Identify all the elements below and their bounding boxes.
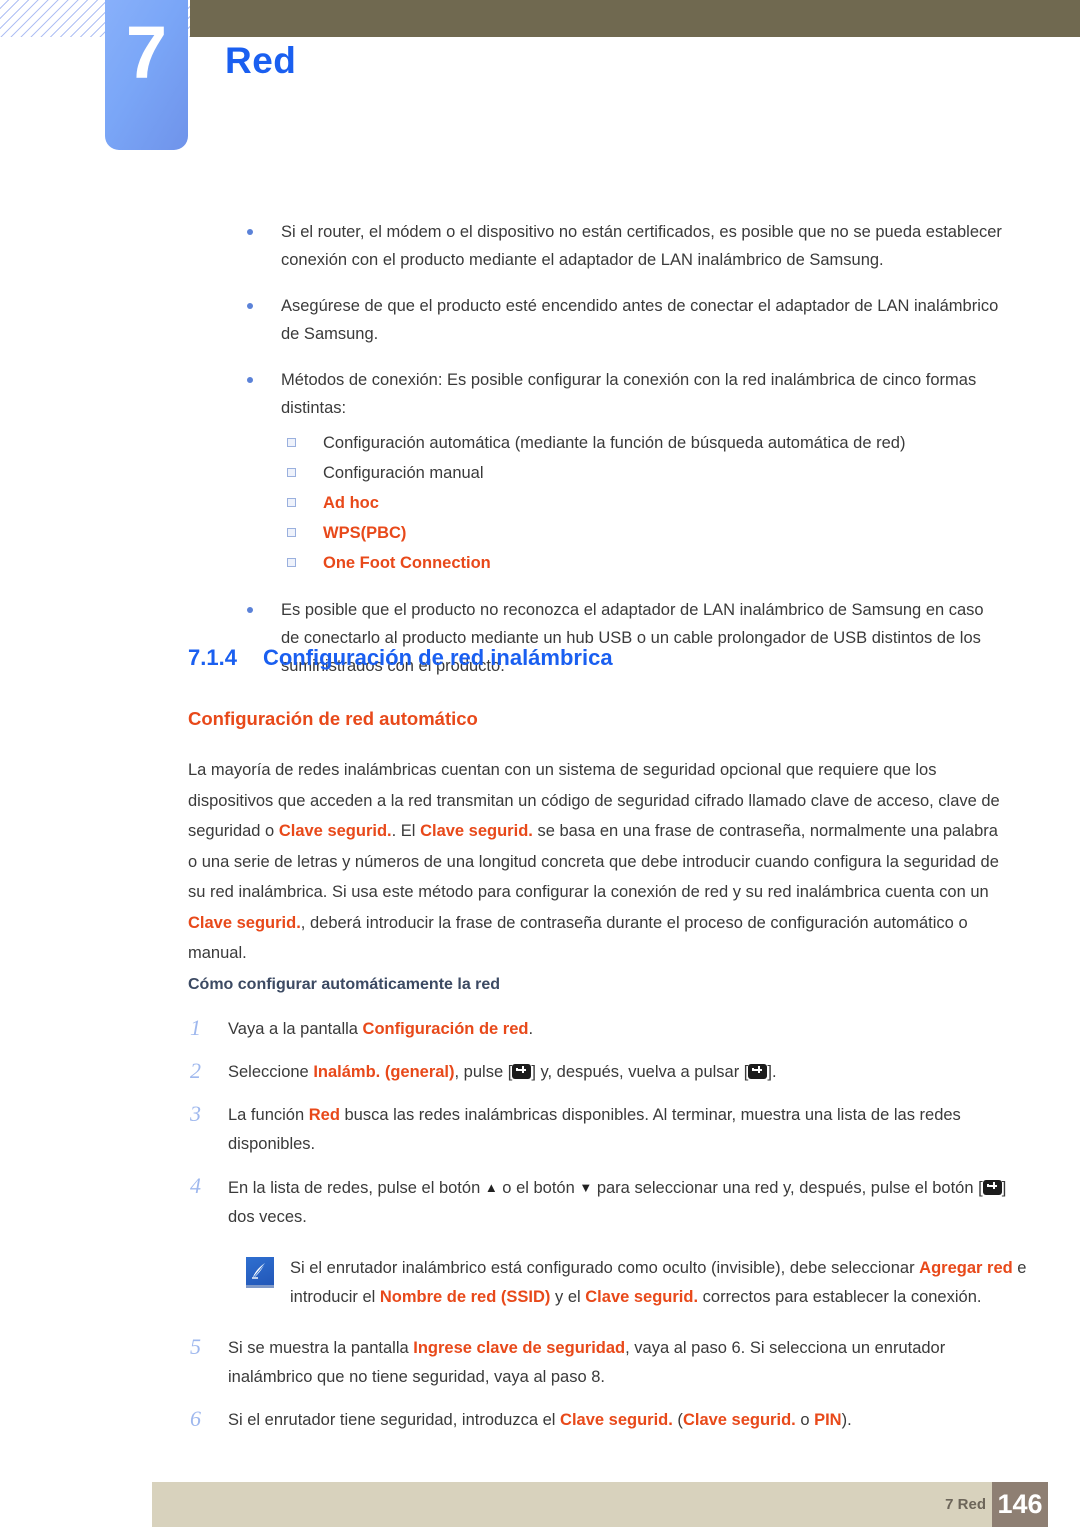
enter-key-icon (982, 1180, 1002, 1195)
sub-bullet-list: Configuración automática (mediante la fu… (281, 432, 1003, 574)
term-clave-segurid-2: Clave segurid. (420, 822, 533, 840)
step-text: Vaya a la pantalla Configuración de red. (228, 1020, 534, 1038)
chapter-number: 7 (125, 11, 168, 94)
ui-term: Ingrese clave de seguridad (413, 1339, 626, 1357)
sub-bullet-item-wpspbc: WPS(PBC) (281, 522, 1003, 544)
notes-bullet-list: Si el router, el módem o el dispositivo … (243, 218, 1003, 698)
step-number: 5 (190, 1334, 201, 1359)
page-header: 7 Red (0, 0, 1080, 170)
ui-term: Inalámb. (general) (313, 1063, 455, 1081)
step-item-2: 2 Seleccione Inalámb. (general), pulse [… (188, 1058, 1008, 1087)
step-text: En la lista de redes, pulse el botón ▲ o… (228, 1179, 1006, 1226)
bullet-item: Asegúrese de que el producto esté encend… (243, 292, 1003, 348)
footer-chapter-label: 7 Red (945, 1496, 986, 1513)
bullet-item: Si el router, el módem o el dispositivo … (243, 218, 1003, 274)
term-clave-segurid-1: Clave segurid. (278, 822, 392, 840)
sub-bullet-text: Configuración manual (323, 464, 484, 482)
step-text: Si se muestra la pantalla Ingrese clave … (228, 1339, 946, 1386)
ui-term: Nombre de red (SSID) (379, 1288, 551, 1306)
sub-bullet-item-auto: Configuración automática (mediante la fu… (281, 432, 1003, 454)
ui-term: PIN (814, 1411, 842, 1429)
section-heading: 7.1.4 Configuración de red inalámbrica (188, 645, 613, 671)
chapter-tab: 7 (105, 0, 188, 150)
page-footer: 7 Red 146 (152, 1482, 1048, 1527)
step-item-4: 4 En la lista de redes, pulse el botón ▲… (188, 1173, 1008, 1232)
step-text: Si el enrutador tiene seguridad, introdu… (228, 1411, 852, 1429)
bullet-item: Métodos de conexión: Es posible configur… (243, 366, 1003, 574)
step-item-6: 6 Si el enrutador tiene seguridad, intro… (188, 1406, 1008, 1435)
paragraph-part-4: , deberá introducir la frase de contrase… (188, 913, 968, 963)
enter-key-icon (512, 1064, 532, 1079)
body-paragraph: La mayoría de redes inalámbricas cuentan… (188, 755, 1003, 969)
section-title: Configuración de red inalámbrica (262, 645, 613, 670)
section-number: 7.1.4 (188, 645, 237, 670)
bullet-text: Si el router, el módem o el dispositivo … (281, 223, 1002, 269)
ui-term: Clave segurid. (585, 1288, 699, 1306)
header-olive-bar (190, 0, 1080, 37)
sub-bullet-item-adhoc: Ad hoc (281, 492, 1003, 514)
step-number: 4 (190, 1173, 201, 1198)
step-item-1: 1 Vaya a la pantalla Configuración de re… (188, 1015, 1008, 1044)
paragraph-part-2: . El (391, 822, 421, 840)
note-callout: Si el enrutador inalámbrico está configu… (246, 1254, 1032, 1312)
step-number: 3 (190, 1101, 201, 1126)
step-number: 1 (190, 1015, 201, 1040)
step-number: 6 (190, 1406, 201, 1431)
sub-bullet-text: One Foot Connection (323, 554, 491, 572)
footer-page-number: 146 (992, 1482, 1048, 1527)
step-item-5: 5 Si se muestra la pantalla Ingrese clav… (188, 1334, 1008, 1392)
enter-key-icon (748, 1064, 768, 1079)
howto-heading: Cómo configurar automáticamente la red (188, 976, 501, 993)
arrow-down-icon: ▼ (579, 1180, 593, 1195)
sub-bullet-item-onefoot: One Foot Connection (281, 552, 1003, 574)
sub-bullet-text: Configuración automática (mediante la fu… (323, 434, 906, 452)
note-text: Si el enrutador inalámbrico está configu… (290, 1259, 1027, 1306)
step-text: La función Red busca las redes inalámbri… (228, 1106, 961, 1153)
term-clave-segurid-3: Clave segurid. (188, 913, 301, 932)
step-item-3: 3 La función Red busca las redes inalámb… (188, 1101, 1008, 1159)
section-subheading: Configuración de red automático (188, 708, 478, 729)
step-text: Seleccione Inalámb. (general), pulse [] … (228, 1063, 777, 1081)
ui-term: Clave segurid. (560, 1411, 673, 1429)
step-number: 2 (190, 1058, 201, 1083)
steps-list: 1 Vaya a la pantalla Configuración de re… (188, 1015, 1026, 1449)
ui-term: Clave segurid. (682, 1411, 796, 1429)
chapter-title: Red (225, 40, 297, 81)
ui-term: Red (308, 1106, 340, 1124)
note-pencil-icon (246, 1257, 274, 1288)
bullet-text: Métodos de conexión: Es posible configur… (281, 371, 977, 417)
sub-bullet-text: Ad hoc (323, 494, 379, 512)
ui-term: Agregar red (919, 1259, 1013, 1277)
ui-term: Configuración de red (362, 1020, 529, 1038)
bullet-text: Asegúrese de que el producto esté encend… (281, 297, 999, 343)
sub-bullet-text: WPS(PBC) (323, 524, 407, 542)
arrow-up-icon: ▲ (484, 1180, 498, 1195)
bullet-list: Si el router, el módem o el dispositivo … (243, 218, 1003, 680)
sub-bullet-item-manual: Configuración manual (281, 462, 1003, 484)
